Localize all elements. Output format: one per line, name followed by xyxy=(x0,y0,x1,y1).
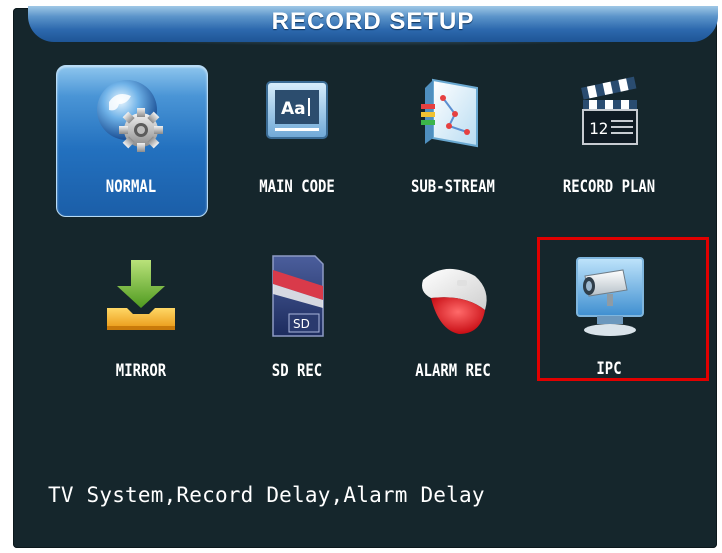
menu-item-main-code[interactable]: Aa MAIN CODE xyxy=(212,68,382,218)
menu-item-label: MIRROR xyxy=(115,361,167,381)
menu-item-label: ALARM REC xyxy=(415,361,491,381)
globe-gear-icon xyxy=(83,68,179,164)
menu-item-sub-stream[interactable]: SUB-STREAM xyxy=(368,68,538,218)
alarm-siren-icon xyxy=(405,250,501,346)
menu-item-normal[interactable]: NORMAL xyxy=(56,65,226,218)
dvr-screen: RECORD SETUP NORMAL Aa MAIN CODE SUB-STR… xyxy=(0,0,722,553)
map-chart-icon xyxy=(405,68,501,164)
svg-text:SD: SD xyxy=(293,317,310,331)
download-tray-icon xyxy=(93,250,189,346)
menu-item-label: SUB-STREAM xyxy=(411,177,495,197)
svg-text:12: 12 xyxy=(589,119,608,138)
ipc-highlight-box xyxy=(537,237,709,381)
menu-item-label: MAIN CODE xyxy=(259,177,335,197)
clapperboard-icon: 12 xyxy=(561,68,657,164)
menu-item-label: RECORD PLAN xyxy=(562,177,656,197)
menu-item-label: SD REC xyxy=(271,361,323,381)
menu-item-alarm-rec[interactable]: ALARM REC xyxy=(368,250,538,400)
sd-card-icon: SD xyxy=(249,250,345,346)
menu-item-label: NORMAL xyxy=(105,177,157,197)
menu-hint-text: TV System,Record Delay,Alarm Delay xyxy=(48,483,485,507)
menu-item-sd-rec[interactable]: SD SD REC xyxy=(212,250,382,400)
svg-text:Aa: Aa xyxy=(281,99,306,119)
font-display-icon: Aa xyxy=(249,68,345,164)
page-title: RECORD SETUP xyxy=(271,8,475,35)
menu-item-record-plan[interactable]: 12 RECORD PLAN xyxy=(524,68,694,218)
menu-item-mirror[interactable]: MIRROR xyxy=(56,250,226,400)
